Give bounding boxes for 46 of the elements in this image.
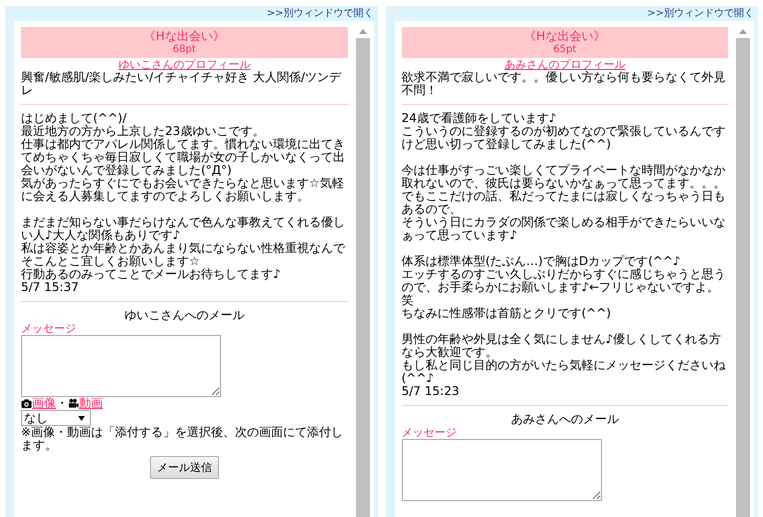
profile-text-line: 気があったらすぐにでもお会いできたらなと思います☆気軽に会える人募集してますのでよろしくお願いします。 [21, 177, 345, 203]
timestamp: 5/7 15:37 [21, 281, 80, 294]
profile-link[interactable]: ゆいこさんのプロフィール [118, 58, 250, 71]
video-link[interactable]: 動画 [79, 397, 103, 410]
profile-text-line: ちなみに性感帯は首筋とクリです(^^) [402, 307, 612, 320]
profile-text-line: 私は容姿とか年齢とかあんまり気にならない性格重視なんでそこんとこ宜しくお願いします☆ [21, 242, 346, 268]
video-camera-icon [68, 398, 79, 409]
profile-text-line: まだまだ知らない事だらけなんで色んな事教えてくれる優しい人♪大人な関係もありです♪ [21, 216, 346, 242]
profile-text-line: そういう日にカラダの関係で楽しめる相手ができたらいいなぁって思っています♪ [402, 216, 726, 242]
profile-text-line: 体系は標準体型(たぶん…)で胸はDカップです(^^♪ [402, 255, 682, 268]
profile-text-line: エッチするのすごい久しぶりだからすぐに感じちゃうと思うので、お手柔らかにお願いします♪←フリじゃないですよ。笑 [402, 268, 726, 307]
profile-text-line: 仕事は都内でアパレル関係してます。慣れない環境に出てきてめちゃくちゃ毎日寂しくて職場が女の子しかいなくって出会いがないんで登録してみました(°Д°) [21, 138, 346, 177]
profile-text-line: 最近地方の方から上京した23歳ゆいこです。 [21, 125, 266, 138]
profile-text-line: 24歳で看護師をしています♪ [402, 112, 558, 125]
image-link[interactable]: 画像 [32, 397, 56, 410]
message-field[interactable] [402, 439, 602, 501]
profile-text-line: 行動あるのみってことでメールお待ちしてます♪ [21, 268, 282, 281]
camera-icon [21, 398, 32, 409]
message-label: メッセージ [21, 322, 76, 335]
open-window-link[interactable]: >>別ウィンドウで開く [647, 8, 754, 20]
timestamp: 5/7 15:23 [402, 385, 460, 398]
scroll-up-icon [739, 29, 747, 34]
points-text: 65pt [552, 44, 578, 56]
profile-tagline: 欲求不満で寂しいです。。優しい方なら何も要らなくて外見不問！ [402, 71, 726, 97]
profile-text-line: 男性の年齢や外見は全く気にしません♪優しくしてくれる方なら大歓迎です。 [402, 333, 722, 359]
mail-title: ゆいこさんへのメール [124, 308, 244, 322]
attach-select[interactable]: なし [21, 410, 91, 426]
profile-tagline: 興奮/敏感肌/楽しみたい/イチャイチャ好き 大人関係/ツンデレ [21, 71, 342, 97]
caret-icon [78, 416, 85, 420]
profile-text-line: 今は仕事がすっごい楽しくてプライベートな時間がなかなか取れないので、彼氏は要らないかなぁって思ってます。。。 [402, 164, 726, 190]
points-text: 68pt [172, 44, 197, 56]
open-window-link[interactable]: >>別ウィンドウで開く [266, 8, 374, 20]
scroll-up-icon [358, 29, 366, 34]
profile-text-line: でもここだけの話、私だってたまには寂しくなっちゃう日もあるので、 [402, 190, 726, 216]
send-mail-button[interactable]: メール送信 [150, 456, 219, 479]
profile-text-line: はじめまして(^^)/ [21, 112, 128, 125]
message-label: メッセージ [402, 426, 456, 439]
profile-link[interactable]: あみさんのプロフィール [504, 58, 626, 71]
separator-text: ・ [56, 397, 68, 410]
mail-title: あみさんへのメール [510, 412, 619, 426]
site-title: 《Hな出会い》 [524, 29, 606, 44]
attach-note: ※画像・動画は「添付する」を選択後、次の画面にて添付します。 [21, 426, 344, 452]
profile-text-line: こういうのに登録するのが初めてなので緊張しているんですけど思い切って登録してみました(^^) [402, 125, 726, 151]
message-field[interactable] [21, 335, 221, 397]
site-title: 《Hな出会い》 [144, 29, 225, 44]
profile-text-line: もし私と同じ目的の方がいたら気軽にメッセージくださいね(^^♪ [402, 359, 726, 385]
